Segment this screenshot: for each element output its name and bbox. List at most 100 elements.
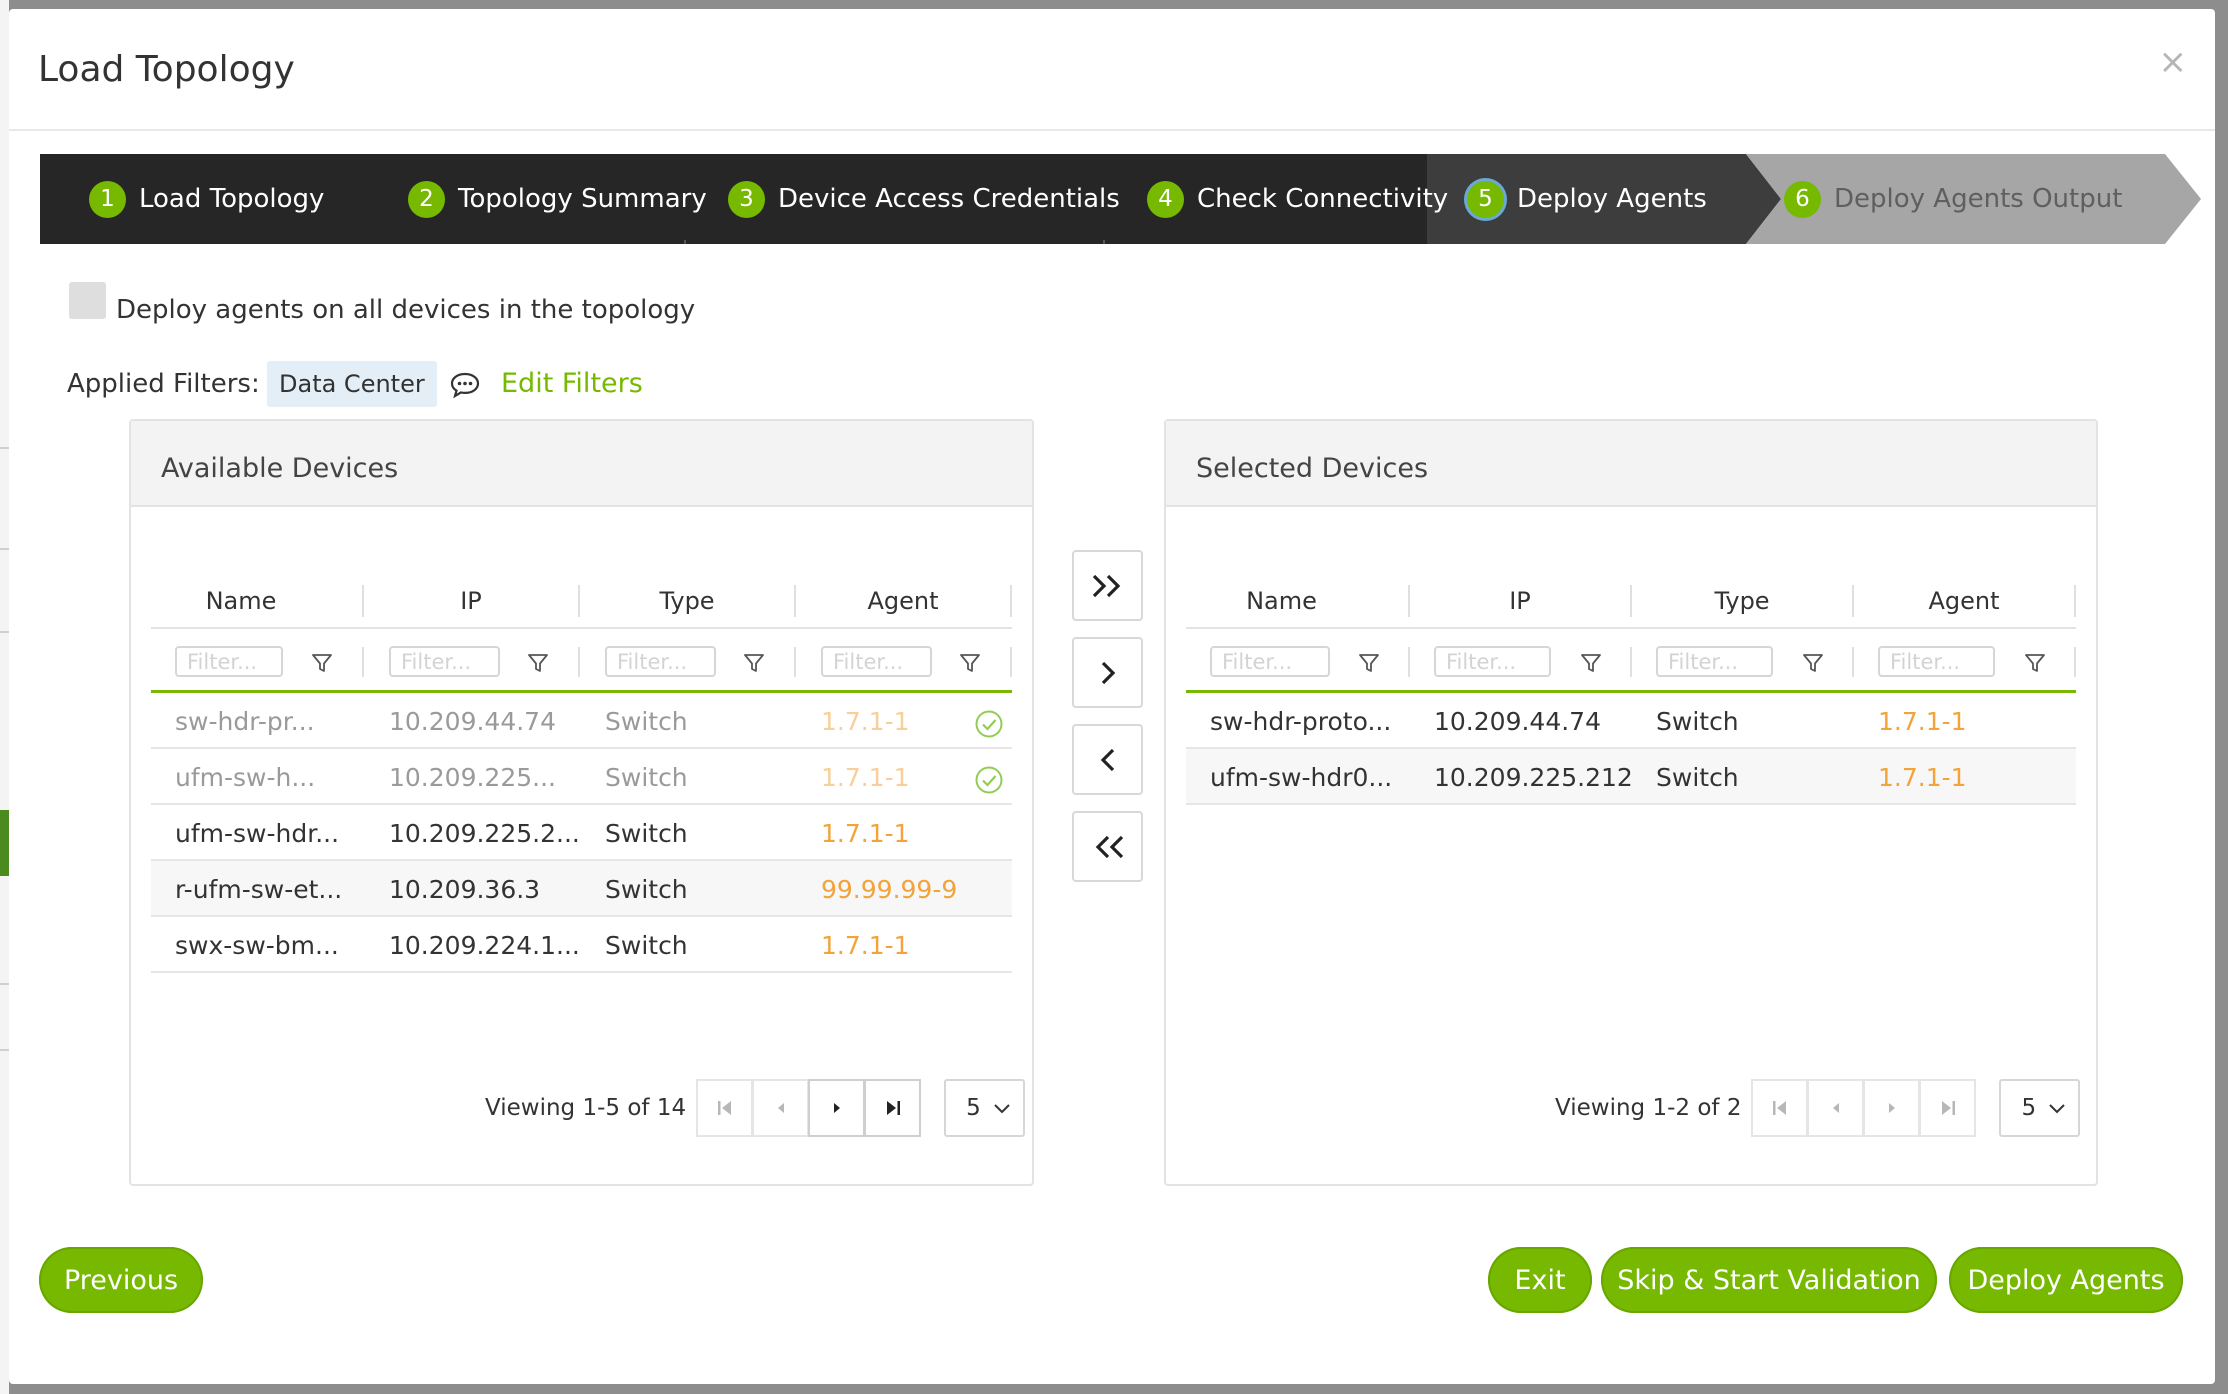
first-page-button[interactable] [696, 1079, 754, 1137]
close-icon[interactable]: × [2159, 45, 2188, 79]
ip-filter-input[interactable]: Filter... [1434, 646, 1551, 677]
column-header-name[interactable]: Name [1186, 587, 1377, 615]
first-page-button[interactable] [1751, 1079, 1809, 1137]
move-left-button[interactable] [1072, 724, 1143, 795]
table-row[interactable]: ufm-sw-hdr0... 10.209.225.212 Switch 1.7… [1186, 749, 2076, 805]
device-name: ufm-sw-hdr... [175, 819, 340, 848]
agent-filter-input[interactable]: Filter... [1878, 646, 1995, 677]
page-size-value: 5 [966, 1095, 981, 1121]
caret-left-icon [1832, 1103, 1839, 1113]
device-ip: 10.209.225.2... [389, 819, 580, 848]
agent-filter-input[interactable]: Filter... [821, 646, 932, 677]
column-divider [1630, 647, 1632, 677]
double-chevron-left-icon [1095, 835, 1123, 858]
caret-right-icon [1888, 1103, 1895, 1113]
column-divider [1010, 647, 1012, 677]
last-page-button[interactable] [864, 1079, 922, 1137]
column-divider [1408, 647, 1410, 677]
skip-start-validation-button[interactable]: Skip & Start Validation [1601, 1247, 1937, 1313]
table-row[interactable]: sw-hdr-pr... 10.209.44.74 Switch 1.7.1-1 [151, 693, 1012, 749]
ip-filter-input[interactable]: Filter... [389, 646, 500, 677]
panel-header: Selected Devices [1166, 421, 2096, 507]
next-page-button[interactable] [1863, 1079, 1921, 1137]
background-divider [0, 447, 9, 449]
first-page-icon [717, 1101, 731, 1115]
name-filter-input[interactable]: Filter... [175, 646, 283, 677]
device-agent: 99.99.99-9 [821, 875, 958, 904]
wizard-step-3[interactable]: 3 Device Access Credentials [728, 154, 1120, 244]
page-size-select[interactable]: 5 [944, 1079, 1026, 1137]
device-ip: 10.209.224.1... [389, 931, 580, 960]
filter-icon[interactable] [2024, 652, 2046, 674]
column-divider[interactable] [1010, 585, 1012, 617]
device-name: ufm-sw-hdr0... [1210, 763, 1393, 792]
panel-header: Available Devices [131, 421, 1032, 507]
table-header: Name IP Type Agent [151, 571, 1012, 629]
filter-icon[interactable] [959, 652, 981, 674]
type-filter-input[interactable]: Filter... [605, 646, 716, 677]
wizard-step-5[interactable]: 5 Deploy Agents [1467, 154, 1707, 244]
step-label: Topology Summary [458, 184, 707, 214]
wizard-step-4[interactable]: 4 Check Connectivity [1147, 154, 1448, 244]
column-header-agent[interactable]: Agent [1854, 587, 2074, 615]
name-filter-input[interactable]: Filter... [1210, 646, 1330, 677]
load-topology-dialog: Load Topology × 1 Load Topology 2 Topolo… [9, 9, 2215, 1384]
device-type: Switch [605, 707, 688, 736]
dialog-title: Load Topology [38, 49, 295, 90]
page-size-select[interactable]: 5 [1999, 1079, 2081, 1137]
background-page-edge [0, 0, 9, 1394]
type-filter-input[interactable]: Filter... [1656, 646, 1773, 677]
table-row[interactable]: r-ufm-sw-et... 10.209.36.3 Switch 99.99.… [151, 861, 1012, 917]
chevron-down-icon [994, 1104, 1010, 1114]
step-label: Check Connectivity [1197, 184, 1449, 214]
filter-row: Filter... Filter... Filter... Filter... [151, 629, 1012, 693]
deploy-agents-button[interactable]: Deploy Agents [1949, 1247, 2183, 1313]
filter-icon[interactable] [743, 652, 765, 674]
device-agent: 1.7.1-1 [821, 707, 910, 736]
step-label: Deploy Agents Output [1834, 184, 2123, 214]
previous-button[interactable]: Previous [39, 1247, 203, 1313]
column-header-name[interactable]: Name [151, 587, 331, 615]
column-header-type[interactable]: Type [1632, 587, 1852, 615]
wizard-step-1[interactable]: 1 Load Topology [89, 154, 324, 244]
edit-filters-link[interactable]: Edit Filters [501, 368, 643, 399]
previous-page-button[interactable] [752, 1079, 810, 1137]
exit-button[interactable]: Exit [1488, 1247, 1592, 1313]
move-right-button[interactable] [1072, 637, 1143, 708]
comment-icon[interactable] [450, 371, 480, 399]
wizard-step-6[interactable]: 6 Deploy Agents Output [1784, 154, 2122, 244]
selected-devices-panel: Selected Devices Name IP Type Agent Filt… [1164, 419, 2098, 1186]
panel-title: Available Devices [161, 453, 399, 484]
table-row[interactable]: swx-sw-bm... 10.209.224.1... Switch 1.7.… [151, 917, 1012, 973]
filter-icon[interactable] [527, 652, 549, 674]
filter-icon[interactable] [1802, 652, 1824, 674]
move-all-right-button[interactable] [1072, 550, 1143, 621]
filter-icon[interactable] [1358, 652, 1380, 674]
caret-right-icon [833, 1103, 840, 1113]
filter-icon[interactable] [1580, 652, 1602, 674]
column-divider [1852, 647, 1854, 677]
filter-chip: Data Center [267, 361, 437, 407]
column-header-ip[interactable]: IP [364, 587, 578, 615]
move-all-left-button[interactable] [1072, 811, 1143, 882]
last-page-button[interactable] [1919, 1079, 1977, 1137]
table-row[interactable]: sw-hdr-proto... 10.209.44.74 Switch 1.7.… [1186, 693, 2076, 749]
available-devices-table: Name IP Type Agent Filter... Filter... F… [151, 571, 1012, 973]
column-header-agent[interactable]: Agent [796, 587, 1010, 615]
device-ip: 10.209.36.3 [389, 875, 541, 904]
chevron-right-icon [1101, 661, 1115, 684]
column-header-ip[interactable]: IP [1410, 587, 1630, 615]
filter-icon[interactable] [311, 652, 333, 674]
device-name: r-ufm-sw-et... [175, 875, 343, 904]
table-row[interactable]: ufm-sw-hdr... 10.209.225.2... Switch 1.7… [151, 805, 1012, 861]
table-row[interactable]: ufm-sw-h... 10.209.225... Switch 1.7.1-1 [151, 749, 1012, 805]
column-divider[interactable] [2074, 585, 2076, 617]
deploy-all-checkbox[interactable] [69, 282, 106, 319]
previous-page-button[interactable] [1807, 1079, 1865, 1137]
next-page-button[interactable] [808, 1079, 866, 1137]
column-header-type[interactable]: Type [580, 587, 794, 615]
last-page-icon [886, 1101, 900, 1115]
device-name: sw-hdr-proto... [1210, 707, 1392, 736]
wizard-step-2[interactable]: 2 Topology Summary [408, 154, 707, 244]
device-ip: 10.209.44.74 [389, 707, 556, 736]
